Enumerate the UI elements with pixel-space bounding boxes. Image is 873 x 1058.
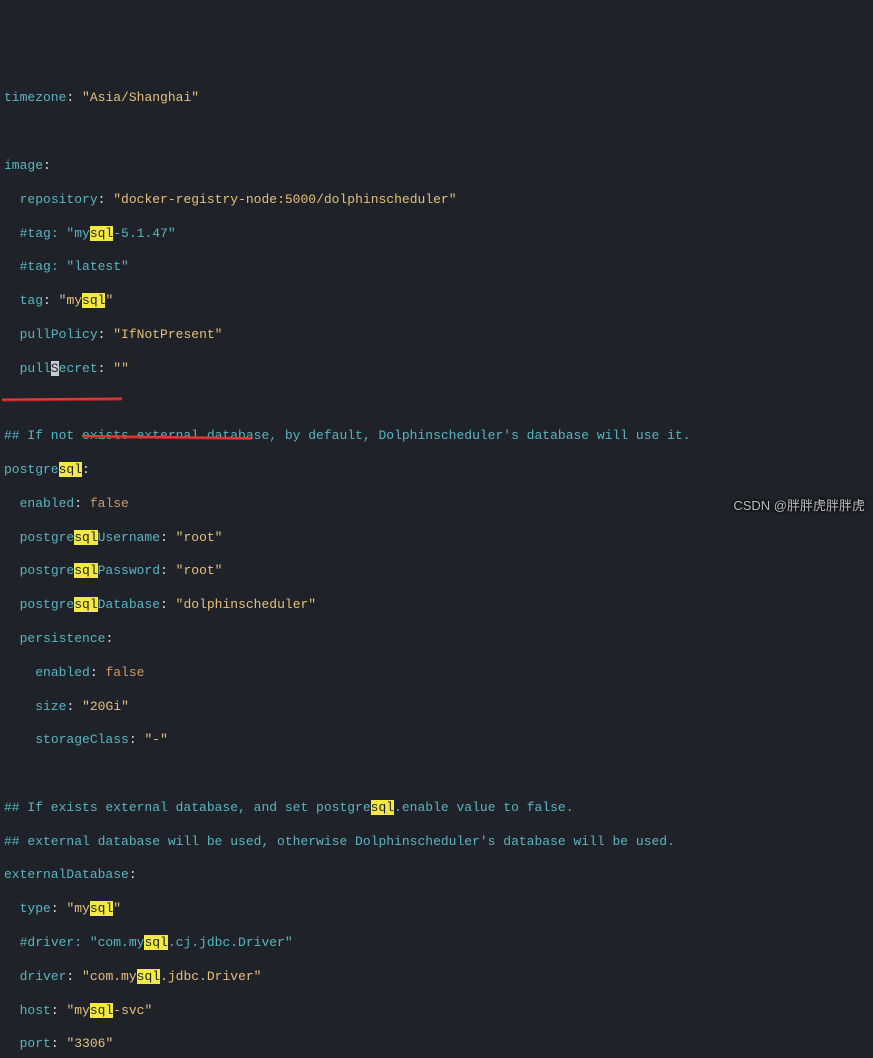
highlight-sql: sql	[90, 226, 113, 241]
highlight-sql: sql	[74, 563, 97, 578]
code-line: type: "mysql"	[4, 901, 869, 918]
highlight-sql: sql	[82, 293, 105, 308]
highlight-sql: sql	[59, 462, 82, 477]
code-line: postgresqlUsername: "root"	[4, 530, 869, 547]
code-line: storageClass: "-"	[4, 732, 869, 749]
code-line: postgresql:	[4, 462, 869, 479]
code-line: #tag: "latest"	[4, 259, 869, 276]
code-line	[4, 124, 869, 141]
code-line: pullSecret: ""	[4, 361, 869, 378]
highlight-sql: sql	[74, 530, 97, 545]
code-line: postgresqlDatabase: "dolphinscheduler"	[4, 597, 869, 614]
code-line	[4, 766, 869, 783]
code-editor: timezone: "Asia/Shanghai" image: reposit…	[4, 74, 869, 1058]
code-line: repository: "docker-registry-node:5000/d…	[4, 192, 869, 209]
code-line: #tag: "mysql-5.1.47"	[4, 226, 869, 243]
watermark: CSDN @胖胖虎胖胖虎	[733, 498, 865, 515]
code-line: driver: "com.mysql.jdbc.Driver"	[4, 969, 869, 986]
code-line: host: "mysql-svc"	[4, 1003, 869, 1020]
code-line	[4, 394, 869, 411]
highlight-sql: sql	[74, 597, 97, 612]
code-line: enabled: false	[4, 665, 869, 682]
code-line: image:	[4, 158, 869, 175]
code-line: ## external database will be used, other…	[4, 834, 869, 851]
highlight-sql: sql	[90, 1003, 113, 1018]
code-line: timezone: "Asia/Shanghai"	[4, 90, 869, 107]
code-line: size: "20Gi"	[4, 699, 869, 716]
highlight-sql: sql	[90, 901, 113, 916]
code-line: tag: "mysql"	[4, 293, 869, 310]
code-line: port: "3306"	[4, 1036, 869, 1053]
code-line: postgresqlPassword: "root"	[4, 563, 869, 580]
highlight-sql: sql	[371, 800, 394, 815]
code-line: persistence:	[4, 631, 869, 648]
code-line: #driver: "com.mysql.cj.jdbc.Driver"	[4, 935, 869, 952]
text-cursor: S	[51, 361, 59, 376]
code-line: ## If exists external database, and set …	[4, 800, 869, 817]
highlight-sql: sql	[144, 935, 167, 950]
code-line: pullPolicy: "IfNotPresent"	[4, 327, 869, 344]
highlight-sql: sql	[137, 969, 160, 984]
code-line: externalDatabase:	[4, 867, 869, 884]
